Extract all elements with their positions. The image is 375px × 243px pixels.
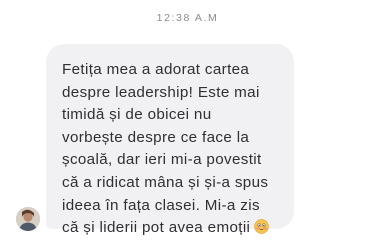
- message-line-7: ideea în fața clasei. Mi-a zis: [62, 196, 260, 214]
- message-line-1: Fetița mea a adorat cartea: [62, 61, 250, 78]
- message-line-4: vorbește despre ce face la: [62, 128, 250, 146]
- message-bubble[interactable]: Fetița mea a adorat cartea despre leader…: [46, 44, 294, 236]
- message-line-5: școală, dar ieri mi-a povestit: [62, 151, 262, 169]
- message-line-2: despre leadership! Este mai: [62, 83, 260, 101]
- chat-thread: 12:38 A.M Fetița mea a adorat cartea des…: [0, 0, 375, 243]
- message-line-6: că a ridicat mâna și și-a spus: [62, 173, 269, 191]
- message-line-8: că și liderii pot avea emoții: [62, 217, 284, 240]
- avatar[interactable]: [16, 207, 40, 231]
- flushed-face-icon: [254, 219, 269, 234]
- user-avatar-icon: [16, 207, 40, 231]
- message-line-3: timidă și de obicei nu: [62, 106, 212, 124]
- message-line-8-text: că și liderii pot avea emoții: [62, 219, 251, 237]
- message-timestamp: 12:38 A.M: [156, 12, 219, 24]
